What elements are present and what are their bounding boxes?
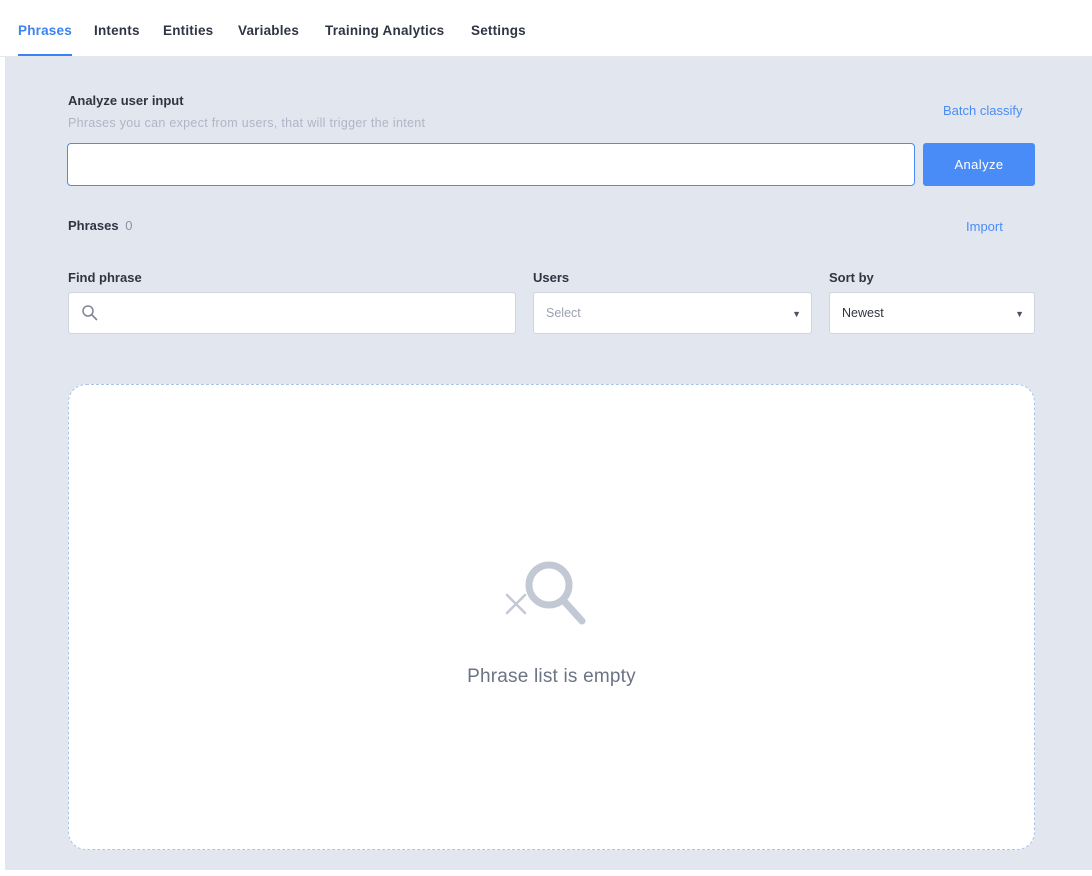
tab-training-analytics[interactable]: Training Analytics [325, 0, 444, 57]
empty-state-text: Phrase list is empty [467, 666, 636, 687]
tab-entities[interactable]: Entities [163, 0, 213, 57]
chevron-down-icon: ▼ [792, 309, 801, 319]
find-phrase-input[interactable] [68, 292, 516, 334]
phrase-list-panel: Phrase list is empty [68, 384, 1035, 850]
analyze-title: Analyze user input [68, 93, 184, 108]
analyze-input[interactable] [67, 143, 915, 186]
tab-settings[interactable]: Settings [471, 0, 526, 57]
users-select[interactable]: Select ▼ [533, 292, 812, 334]
sort-by-value: Newest [842, 306, 884, 320]
import-link[interactable]: Import [966, 219, 1003, 234]
tab-bar: Phrases Intents Entities Variables Train… [0, 0, 1092, 57]
phrases-count: 0 [125, 218, 133, 233]
sort-by-label: Sort by [829, 270, 874, 285]
chevron-down-icon: ▼ [1015, 309, 1024, 319]
tab-variables[interactable]: Variables [238, 0, 299, 57]
tab-intents[interactable]: Intents [94, 0, 140, 57]
sort-by-select[interactable]: Newest ▼ [829, 292, 1035, 334]
analyze-button[interactable]: Analyze [923, 143, 1035, 186]
tab-phrases[interactable]: Phrases [18, 0, 72, 57]
phrases-label: Phrases [68, 218, 119, 233]
batch-classify-link[interactable]: Batch classify [943, 103, 1022, 118]
search-x-icon [505, 561, 586, 625]
users-label: Users [533, 270, 570, 285]
main-content: Analyze user input Phrases you can expec… [5, 57, 1092, 870]
find-phrase-label: Find phrase [68, 270, 142, 285]
users-select-placeholder: Select [546, 306, 581, 320]
phrases-header: Phrases 0 [68, 218, 132, 233]
analyze-subtitle: Phrases you can expect from users, that … [68, 116, 426, 130]
search-icon [82, 305, 98, 321]
